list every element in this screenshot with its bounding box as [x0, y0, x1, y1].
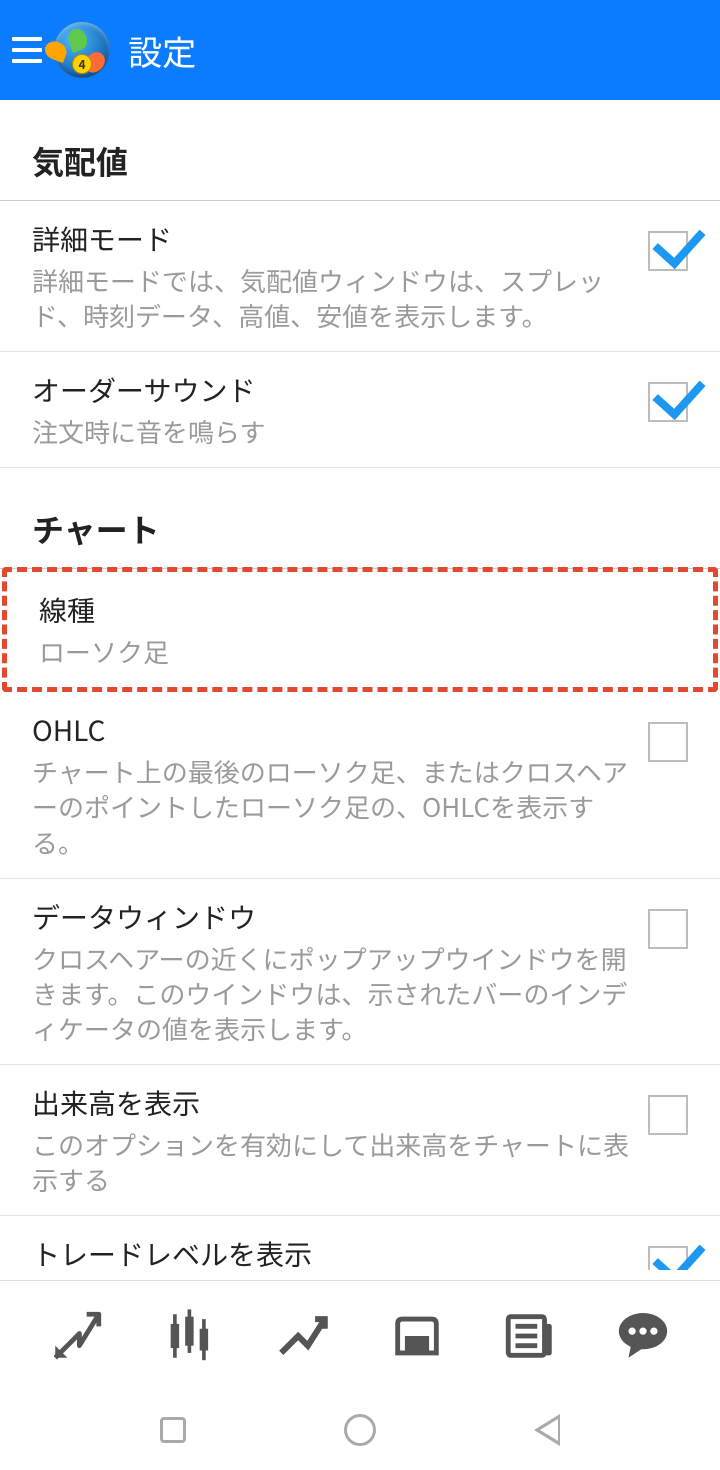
trade-levels-checkbox[interactable] [648, 1246, 688, 1270]
tab-quotes-icon[interactable] [48, 1307, 106, 1365]
order-sound-checkbox[interactable] [648, 382, 688, 422]
data-window-checkbox[interactable] [648, 909, 688, 949]
row-data-window[interactable]: データウィンドウ クロスヘアーの近くにポップアップウインドウを開きます。このウイ… [0, 879, 720, 1065]
menu-icon[interactable] [12, 37, 42, 63]
detail-mode-sub: 詳細モードでは、気配値ウィンドウは、スプレッド、時刻データ、高値、安値を表示しま… [32, 263, 632, 333]
data-window-title: データウィンドウ [32, 897, 632, 937]
page-title: 設定 [128, 26, 196, 75]
row-order-sound[interactable]: オーダーサウンド 注文時に音を鳴らす [0, 352, 720, 468]
tab-history-icon[interactable] [388, 1307, 446, 1365]
row-show-volume[interactable]: 出来高を表示 このオプションを有効にして出来高をチャートに表示する [0, 1065, 720, 1216]
data-window-sub: クロスヘアーの近くにポップアップウインドウを開きます。このウインドウは、示された… [32, 941, 632, 1046]
nav-home-button[interactable] [340, 1410, 380, 1450]
show-volume-title: 出来高を表示 [32, 1083, 632, 1123]
order-sound-sub: 注文時に音を鳴らす [32, 414, 632, 449]
ohlc-title: OHLC [32, 710, 632, 750]
row-line-type[interactable]: 線種 ローソク足 [7, 572, 713, 687]
nav-back-button[interactable] [527, 1410, 567, 1450]
tab-messages-icon[interactable] [614, 1307, 672, 1365]
show-volume-sub: このオプションを有効にして出来高をチャートに表示する [32, 1127, 632, 1197]
settings-content: 気配値 詳細モード 詳細モードでは、気配値ウィンドウは、スプレッド、時刻データ、… [0, 100, 720, 1270]
nav-recent-button[interactable] [153, 1410, 193, 1450]
system-nav-bar [0, 1390, 720, 1470]
bottom-tab-bar [0, 1280, 720, 1390]
line-type-sub: ローソク足 [39, 634, 681, 669]
highlight-annotation: 線種 ローソク足 [2, 567, 718, 692]
ohlc-sub: チャート上の最後のローソク足、またはクロスヘアーのポイントしたローソク足の、OH… [32, 754, 632, 859]
row-detail-mode[interactable]: 詳細モード 詳細モードでは、気配値ウィンドウは、スプレッド、時刻データ、高値、安… [0, 201, 720, 352]
show-volume-checkbox[interactable] [648, 1095, 688, 1135]
row-trade-levels[interactable]: トレードレベルを表示 トレードレベルを有効にし、 ペンディングオーダーや、 SL… [0, 1216, 720, 1270]
ohlc-checkbox[interactable] [648, 722, 688, 762]
tab-news-icon[interactable] [501, 1307, 559, 1365]
app-header: 4 設定 [0, 0, 720, 100]
section-quotes-title: 気配値 [0, 100, 720, 201]
order-sound-title: オーダーサウンド [32, 370, 632, 410]
detail-mode-checkbox[interactable] [648, 231, 688, 271]
app-badge: 4 [72, 54, 92, 74]
row-ohlc[interactable]: OHLC チャート上の最後のローソク足、またはクロスヘアーのポイントしたローソク… [0, 692, 720, 878]
detail-mode-title: 詳細モード [32, 219, 632, 259]
section-chart-title: チャート [0, 468, 720, 569]
app-logo-icon: 4 [54, 22, 110, 78]
tab-trade-icon[interactable] [274, 1307, 332, 1365]
line-type-title: 線種 [39, 590, 681, 630]
trade-levels-title: トレードレベルを表示 [32, 1234, 632, 1270]
tab-chart-icon[interactable] [161, 1307, 219, 1365]
